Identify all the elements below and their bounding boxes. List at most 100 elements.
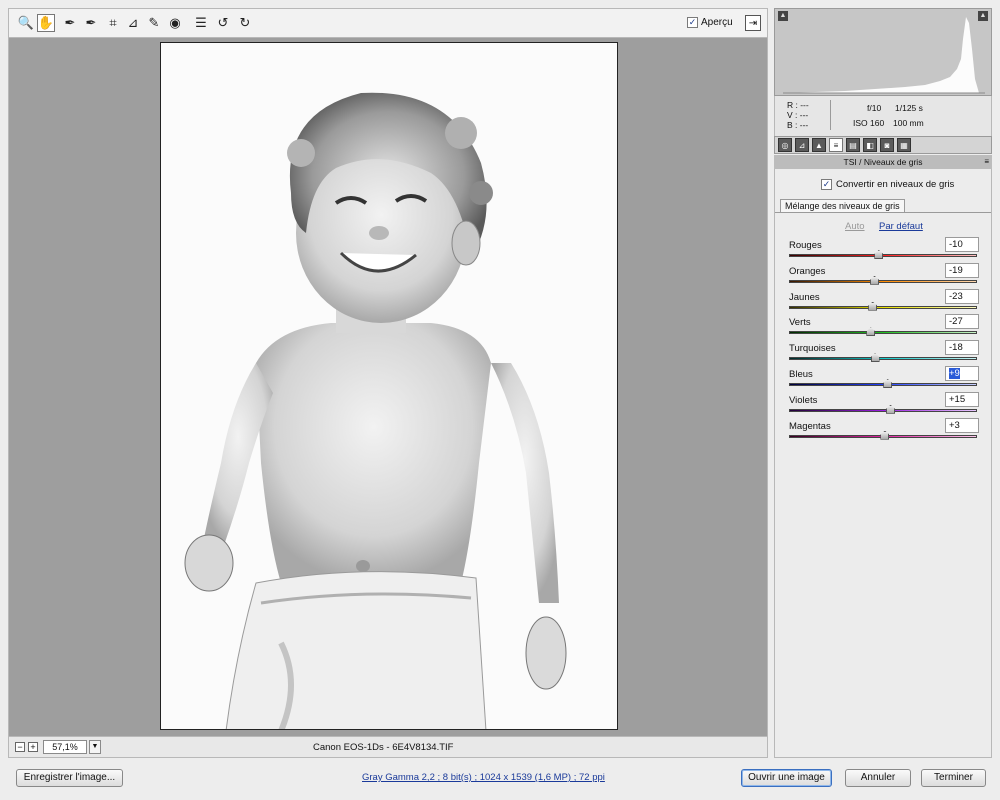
tone-curve-tab-icon[interactable]: ⊿ — [795, 138, 809, 152]
split-toning-tab-icon[interactable]: ▤ — [846, 138, 860, 152]
hand-icon[interactable]: ✋ — [37, 14, 55, 32]
slider-label: Turquoises — [789, 343, 836, 355]
slider-jaunes: Jaunes -23 — [787, 288, 979, 313]
slider-value-text: +9 — [949, 368, 960, 379]
zoom-dropdown-icon[interactable]: ▼ — [89, 740, 101, 754]
done-button[interactable]: Terminer — [921, 769, 986, 787]
slider-value-text: -19 — [949, 264, 963, 276]
zoom-icon[interactable]: 🔍 — [17, 14, 35, 32]
subtab-divider — [775, 212, 991, 213]
image-canvas[interactable] — [8, 38, 768, 736]
preferences-icon[interactable]: ☰ — [192, 14, 210, 32]
slider-track[interactable] — [789, 408, 977, 412]
canvas-status-bar: − + 57,1% ▼ Canon EOS-1Ds - 6E4V8134.TIF — [8, 736, 768, 758]
slider-track[interactable] — [789, 383, 977, 386]
histogram: ▲ ▲ — [774, 8, 992, 96]
slider-value-field[interactable]: -27 — [945, 314, 979, 330]
readout-r: R : --- — [787, 100, 809, 110]
zoom-level-field[interactable]: 57,1% — [43, 740, 87, 754]
slider-thumb[interactable] — [868, 301, 878, 311]
histogram-graph — [783, 17, 985, 94]
slider-track[interactable] — [789, 331, 977, 335]
slider-label: Violets — [789, 394, 818, 406]
zoom-in-button[interactable]: + — [28, 742, 38, 752]
slider-thumb[interactable] — [874, 250, 884, 259]
panel-tab-bar: ◎ ⊿ ▲ ≡ ▤ ◧ ◙ ▦ — [774, 136, 992, 154]
tab-grayscale-mix[interactable]: Mélange des niveaux de gris — [780, 199, 905, 212]
focal-length: 100 mm — [893, 118, 924, 128]
cancel-button[interactable]: Annuler — [845, 769, 911, 787]
slider-thumb[interactable] — [870, 275, 880, 285]
pixel-readout: R : --- V : --- B : --- f/10 1/125 s ISO… — [774, 96, 992, 136]
color-sampler-icon[interactable]: ✒ — [82, 14, 100, 32]
slider-track[interactable] — [789, 279, 977, 283]
red-eye-icon[interactable]: ◉ — [166, 14, 184, 32]
camera-file-info: Canon EOS-1Ds - 6E4V8134.TIF — [313, 742, 454, 753]
readout-divider — [830, 100, 831, 130]
slider-bleus: Bleus +9 — [787, 366, 979, 390]
slider-label: Oranges — [789, 265, 826, 277]
workflow-options-link[interactable]: Gray Gamma 2,2 ; 8 bit(s) ; 1024 x 1539 … — [362, 772, 605, 783]
slider-label: Magentas — [789, 420, 831, 432]
open-image-button[interactable]: Ouvrir une image — [741, 769, 832, 787]
slider-label: Rouges — [789, 240, 822, 251]
preview-checkbox[interactable]: ✓ — [687, 17, 698, 28]
child-photo — [184, 92, 567, 729]
detail-tab-icon[interactable]: ▲ — [812, 138, 826, 152]
slider-oranges: Oranges -19 — [787, 262, 979, 287]
slider-value-field[interactable]: -19 — [945, 262, 979, 278]
preview-label: Aperçu — [701, 17, 733, 28]
slider-value-text: +3 — [949, 419, 960, 431]
slider-value-text: -18 — [949, 342, 963, 354]
panel-title: TSI / Niveaux de gris ≡ — [774, 155, 992, 169]
slider-magentas: Magentas +3 — [787, 417, 979, 442]
slider-verts: Verts -27 — [787, 314, 979, 338]
fullscreen-icon[interactable]: ⇥ — [745, 15, 761, 31]
hsl-grayscale-tab-icon[interactable]: ≡ — [829, 138, 843, 152]
slider-value-text: -10 — [949, 239, 963, 250]
slider-value-field[interactable]: +15 — [945, 391, 979, 407]
slider-thumb[interactable] — [880, 430, 890, 440]
auto-link[interactable]: Auto — [845, 221, 865, 232]
save-image-button[interactable]: Enregistrer l'image... — [16, 769, 123, 787]
default-link[interactable]: Par défaut — [879, 221, 923, 232]
slider-value-text: -27 — [949, 316, 963, 328]
slider-value-field[interactable]: -10 — [945, 237, 979, 252]
presets-tab-icon[interactable]: ▦ — [897, 138, 911, 152]
slider-thumb[interactable] — [883, 379, 893, 388]
aperture: f/10 — [867, 103, 882, 113]
slider-track[interactable] — [789, 357, 977, 361]
slider-thumb[interactable] — [870, 353, 880, 363]
slider-turquoises: Turquoises -18 — [787, 340, 979, 364]
slider-thumb[interactable] — [886, 404, 896, 414]
lens-corrections-tab-icon[interactable]: ◧ — [863, 138, 877, 152]
rotate-left-icon[interactable]: ↺ — [214, 14, 232, 32]
panel-menu-icon[interactable]: ≡ — [984, 155, 989, 169]
slider-value-field[interactable]: +9 — [945, 366, 979, 381]
slider-value-field[interactable]: +3 — [945, 417, 979, 433]
convert-grayscale-checkbox[interactable]: ✓ — [821, 179, 832, 190]
crop-icon[interactable]: ⌗ — [104, 14, 122, 32]
convert-grayscale-label: Convertir en niveaux de gris — [836, 179, 955, 190]
slider-thumb[interactable] — [866, 327, 876, 337]
slider-track[interactable] — [789, 305, 977, 309]
preview-image[interactable] — [160, 42, 618, 730]
readout-b: B : --- — [787, 120, 809, 130]
slider-value-text: +15 — [949, 393, 966, 405]
shutter-speed: 1/125 s — [895, 103, 923, 113]
straighten-icon[interactable]: ⊿ — [124, 14, 142, 32]
zoom-out-button[interactable]: − — [15, 742, 25, 752]
iso: ISO 160 — [853, 118, 885, 128]
retouch-icon[interactable]: ✎ — [145, 14, 163, 32]
slider-value-field[interactable]: -23 — [945, 288, 979, 304]
preview-toggle[interactable]: ✓ Aperçu — [687, 17, 733, 28]
slider-value-field[interactable]: -18 — [945, 340, 979, 356]
basic-tab-icon[interactable]: ◎ — [778, 138, 792, 152]
slider-label: Verts — [789, 317, 811, 329]
rotate-right-icon[interactable]: ↻ — [236, 14, 254, 32]
white-balance-icon[interactable]: ✒ — [61, 14, 79, 32]
slider-label: Bleus — [789, 369, 813, 380]
convert-grayscale-toggle[interactable]: ✓ Convertir en niveaux de gris — [821, 179, 954, 190]
camera-calibration-tab-icon[interactable]: ◙ — [880, 138, 894, 152]
panel-title-text: TSI / Niveaux de gris — [843, 157, 923, 167]
